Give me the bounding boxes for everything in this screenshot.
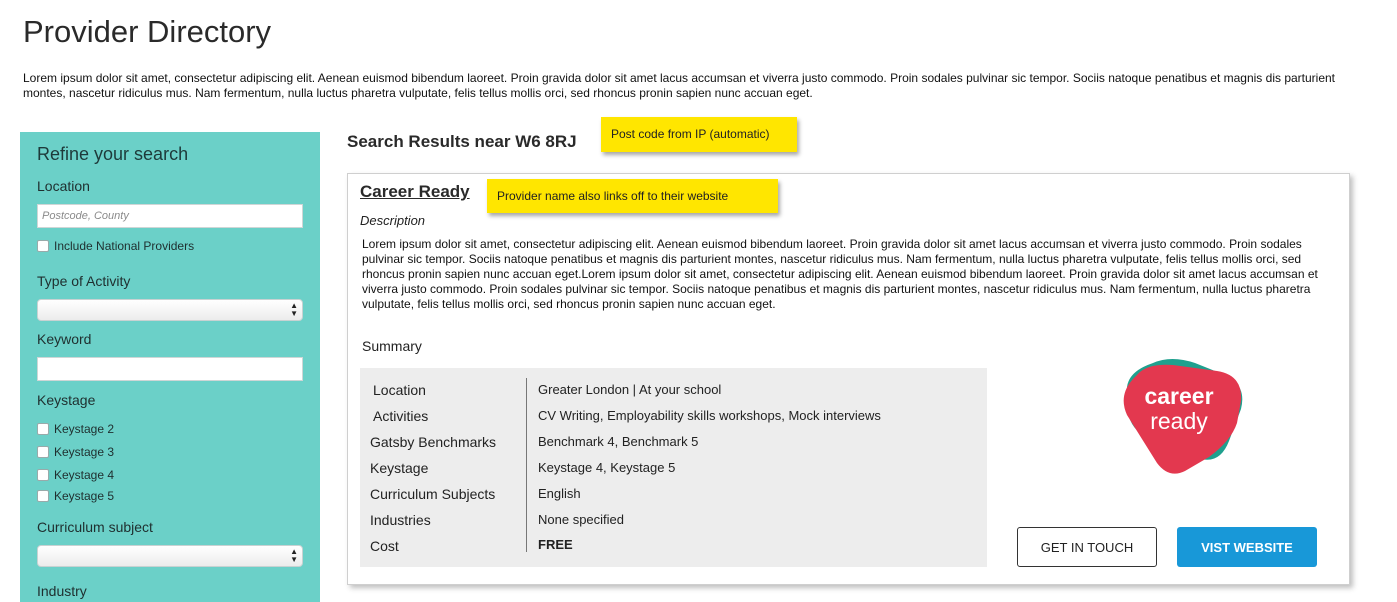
summary-divider xyxy=(526,378,527,552)
refine-search-sidebar: Refine your search Location Include Nati… xyxy=(20,132,320,602)
checkbox-icon[interactable] xyxy=(37,423,49,435)
summary-value: None specified xyxy=(538,512,624,527)
keyword-input[interactable] xyxy=(37,357,303,381)
summary-key: Keystage xyxy=(370,460,429,476)
intro-text: Lorem ipsum dolor sit amet, consectetur … xyxy=(23,71,1336,100)
keystage-option-label: Keystage 4 xyxy=(54,468,115,482)
curriculum-label: Curriculum subject xyxy=(37,519,153,535)
summary-value: Greater London | At your school xyxy=(538,382,722,397)
summary-key: Industries xyxy=(370,512,431,528)
summary-value: FREE xyxy=(538,537,573,552)
logo-text-ready: ready xyxy=(1150,408,1208,434)
description-text: Lorem ipsum dolor sit amet, consectetur … xyxy=(362,237,1318,311)
location-label: Location xyxy=(37,178,90,194)
provider-card: Career Ready Description Lorem ipsum dol… xyxy=(347,173,1350,585)
checkbox-icon[interactable] xyxy=(37,446,49,458)
select-arrows-icon: ▲ ▼ xyxy=(290,301,298,318)
activity-select[interactable]: ▲ ▼ xyxy=(37,299,303,321)
sidebar-heading: Refine your search xyxy=(37,144,189,164)
keystage-label: Keystage xyxy=(37,392,96,408)
summary-key: Location xyxy=(373,382,426,398)
keyword-label: Keyword xyxy=(37,331,92,347)
include-national-label: Include National Providers xyxy=(54,239,195,253)
include-national-checkbox[interactable]: Include National Providers xyxy=(37,239,194,253)
curriculum-select[interactable]: ▲ ▼ xyxy=(37,545,303,567)
logo-text-career: career xyxy=(1144,383,1213,409)
keystage-option-label: Keystage 5 xyxy=(54,489,115,503)
summary-value: English xyxy=(538,486,581,501)
provider-name-annotation-note: Provider name also links off to their we… xyxy=(487,179,778,213)
checkbox-icon[interactable] xyxy=(37,490,49,502)
summary-key: Activities xyxy=(373,408,429,424)
visit-website-button[interactable]: VIST WEBSITE xyxy=(1177,527,1317,567)
description-label: Description xyxy=(360,213,426,228)
page-title: Provider Directory xyxy=(23,14,272,49)
summary-value: CV Writing, Employability skills worksho… xyxy=(538,408,881,423)
career-ready-logo: career ready xyxy=(1123,359,1243,474)
postcode-annotation-note: Post code from IP (automatic) xyxy=(601,117,797,152)
summary-value: Benchmark 4, Benchmark 5 xyxy=(538,434,699,449)
summary-label: Summary xyxy=(362,338,422,354)
select-arrows-icon: ▲ ▼ xyxy=(290,547,298,564)
summary-key: Curriculum Subjects xyxy=(370,486,496,502)
checkbox-icon[interactable] xyxy=(37,469,49,481)
results-title: Search Results near W6 8RJ xyxy=(347,132,577,151)
keystage-3-checkbox[interactable]: Keystage 3 xyxy=(37,445,114,459)
summary-key: Cost xyxy=(370,538,399,554)
keystage-option-label: Keystage 2 xyxy=(54,422,115,436)
location-input[interactable] xyxy=(37,204,303,228)
keystage-2-checkbox[interactable]: Keystage 2 xyxy=(37,422,114,436)
provider-name-link[interactable]: Career Ready xyxy=(360,182,470,202)
activity-label: Type of Activity xyxy=(37,273,131,289)
checkbox-icon[interactable] xyxy=(37,240,49,252)
get-in-touch-button[interactable]: GET IN TOUCH xyxy=(1017,527,1157,567)
summary-table: Location Greater London | At your school… xyxy=(360,368,987,567)
summary-value: Keystage 4, Keystage 5 xyxy=(538,460,676,475)
keystage-option-label: Keystage 3 xyxy=(54,445,115,459)
keystage-5-checkbox[interactable]: Keystage 5 xyxy=(37,489,114,503)
summary-key: Gatsby Benchmarks xyxy=(370,434,497,450)
industry-label: Industry xyxy=(37,583,87,599)
keystage-4-checkbox[interactable]: Keystage 4 xyxy=(37,468,114,482)
